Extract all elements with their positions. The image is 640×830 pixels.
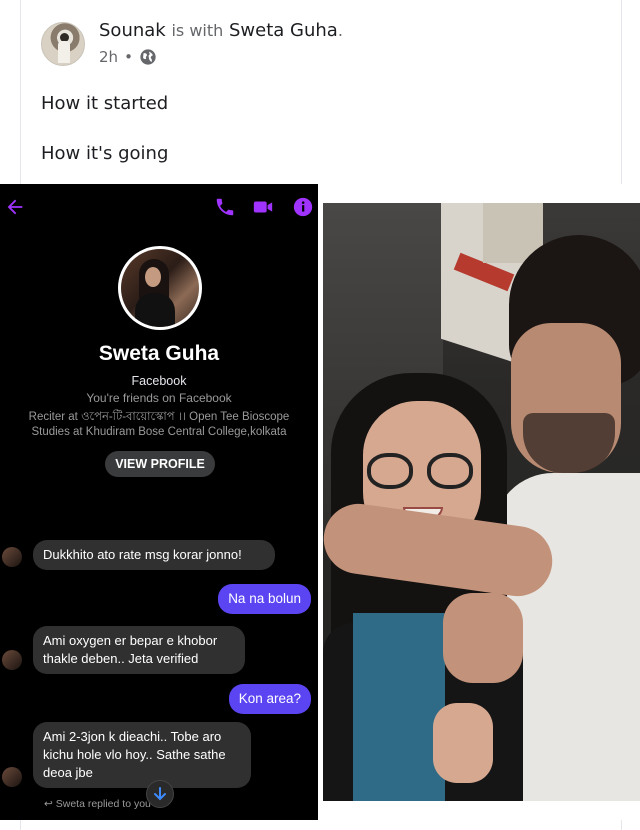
photo-glasses-right [427, 453, 473, 489]
avatar-figure-body [58, 41, 70, 63]
view-profile-button[interactable]: VIEW PROFILE [105, 451, 215, 477]
reply-indicator: ↩ Sweta replied to you [44, 798, 151, 810]
photo-man-hand [443, 593, 523, 683]
phone-icon[interactable] [214, 196, 236, 218]
photo-woman-scarf [353, 613, 445, 801]
message-outgoing[interactable]: Kon area? [228, 684, 311, 714]
info-icon[interactable] [292, 196, 314, 218]
couple-photo[interactable] [323, 203, 640, 801]
avatar-body [135, 293, 175, 327]
reply-indicator-text: Sweta replied to you [55, 798, 151, 810]
avatar-photo [121, 249, 199, 327]
message-outgoing[interactable]: Na na bolun [218, 584, 311, 614]
video-camera-icon[interactable] [252, 196, 274, 218]
contact-platform: Facebook [131, 374, 187, 388]
post-text-line-1: How it started [41, 93, 169, 114]
header-end-punct: . [337, 21, 343, 40]
friends-status: You're friends on Facebook [86, 391, 232, 405]
globe-icon[interactable] [139, 48, 157, 66]
with-connector: is with [171, 21, 224, 40]
photo-woman-hand [433, 703, 493, 783]
post-meta: 2h • [99, 48, 157, 66]
sender-avatar[interactable] [2, 650, 22, 670]
arrow-down-icon [154, 787, 166, 801]
author-avatar[interactable] [41, 22, 85, 66]
meta-separator: • [124, 48, 133, 66]
post-header: Sounak is with Sweta Guha. [99, 20, 343, 41]
message-incoming[interactable]: Ami 2-3jon k dieachi.. Tobe aro kichu ho… [33, 722, 251, 788]
post-timestamp[interactable]: 2h [99, 48, 118, 66]
back-arrow-icon[interactable] [4, 196, 26, 218]
messenger-screenshot: Sweta Guha Facebook You're friends on Fa… [0, 184, 318, 820]
author-name-link[interactable]: Sounak [99, 20, 166, 41]
sender-avatar[interactable] [2, 767, 22, 787]
contact-name: Sweta Guha [98, 342, 220, 365]
photo-man-beard [523, 413, 615, 473]
message-incoming[interactable]: Dukkhito ato rate msg korar jonno! [33, 540, 275, 570]
contact-studies: Studies at Khudiram Bose Central College… [31, 426, 287, 438]
photo-glasses-left [367, 453, 413, 489]
messenger-topbar [0, 184, 318, 232]
contact-work: Reciter at ওপেন-টি-বায়োস্কোপ ।। Open Te… [28, 411, 290, 423]
post-card-bottom-edge [20, 820, 622, 830]
post-card: Sounak is with Sweta Guha. 2h • How it s… [20, 0, 622, 184]
tagged-name-link[interactable]: Sweta Guha [229, 20, 338, 41]
message-incoming[interactable]: Ami oxygen er bepar e khobor thakle debe… [33, 626, 245, 674]
avatar-face [145, 267, 161, 287]
reply-icon: ↩ [44, 798, 53, 810]
contact-profile-avatar[interactable] [118, 246, 202, 330]
post-text-line-2: How it's going [41, 143, 169, 164]
scroll-to-bottom-button[interactable] [146, 780, 174, 808]
sender-avatar[interactable] [2, 547, 22, 567]
